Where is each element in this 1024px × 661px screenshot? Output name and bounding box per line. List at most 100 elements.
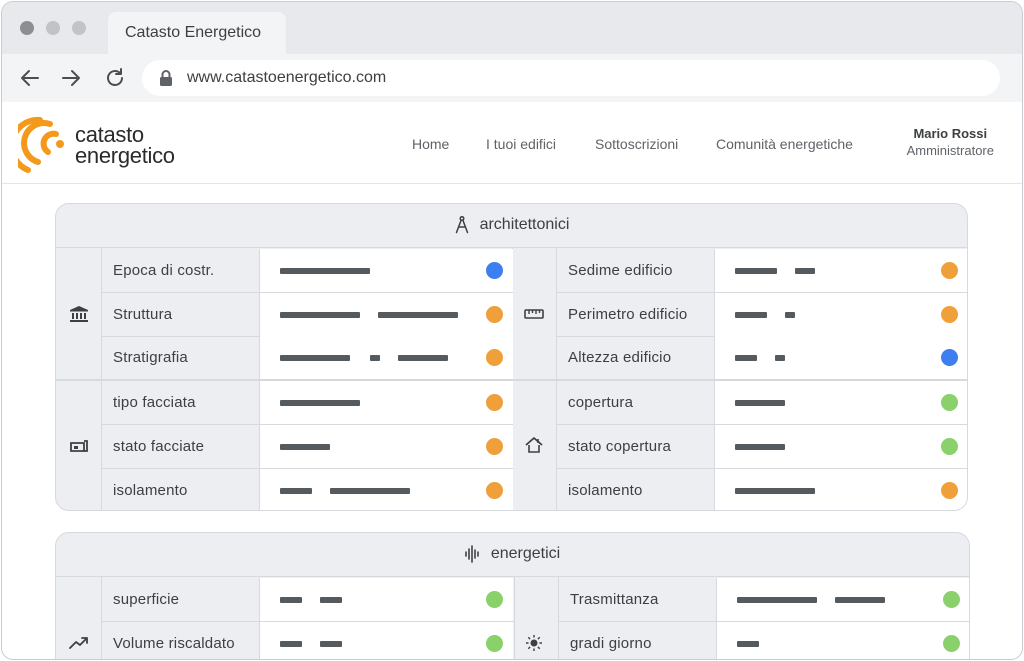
- redacted-value: [735, 488, 815, 494]
- field-label: stato facciate: [113, 438, 205, 455]
- field-row[interactable]: Sedime edificio: [557, 249, 967, 292]
- field-label: stato copertura: [568, 438, 672, 455]
- redacted-value: [398, 355, 448, 361]
- redacted-value: [280, 268, 370, 274]
- group-icon: [524, 437, 544, 453]
- institution-icon: [70, 306, 88, 322]
- status-indicator: [943, 635, 960, 652]
- field-value: [714, 469, 967, 510]
- minimize-window-button[interactable]: [46, 21, 60, 35]
- brand-line-2: energetico: [75, 143, 175, 168]
- redacted-value: [785, 312, 795, 318]
- redacted-value: [370, 355, 380, 361]
- status-indicator: [486, 262, 503, 279]
- roof-icon: [525, 437, 543, 453]
- field-label: Stratigrafia: [113, 349, 188, 366]
- field-row[interactable]: isolamento: [102, 469, 513, 510]
- nav-sottoscrizioni[interactable]: Sottoscrizioni: [595, 136, 678, 152]
- redacted-value: [280, 444, 330, 450]
- status-indicator: [486, 394, 503, 411]
- redacted-value: [330, 488, 410, 494]
- field-row[interactable]: Volume riscaldato: [102, 622, 514, 659]
- group-icon: [524, 635, 544, 651]
- redacted-value: [735, 268, 777, 274]
- field-label: Volume riscaldato: [113, 635, 235, 652]
- nav-comunita-energetiche[interactable]: Comunità energetiche: [716, 136, 853, 152]
- field-row[interactable]: Altezza edificio: [557, 336, 967, 379]
- nav-home[interactable]: Home: [412, 136, 449, 152]
- status-indicator: [486, 591, 503, 608]
- field-row[interactable]: tipo facciata: [102, 381, 513, 424]
- field-value: [259, 381, 513, 424]
- brand-name: catasto energetico: [75, 122, 175, 168]
- redacted-value: [320, 597, 342, 603]
- ruler-icon: [524, 309, 544, 319]
- field-value: [259, 469, 513, 510]
- field-row[interactable]: stato copertura: [557, 425, 967, 468]
- field-label: Trasmittanza: [570, 591, 659, 608]
- field-value: [714, 425, 967, 468]
- field-value: [714, 336, 967, 379]
- status-indicator: [486, 306, 503, 323]
- field-label: Perimetro edificio: [568, 306, 688, 323]
- status-indicator: [941, 438, 958, 455]
- field-row[interactable]: superficie: [102, 578, 514, 621]
- redacted-value: [280, 400, 360, 406]
- close-window-button[interactable]: [20, 21, 34, 35]
- redacted-value: [735, 312, 767, 318]
- user-name: Mario Rossi: [913, 126, 988, 141]
- status-indicator: [486, 482, 503, 499]
- redacted-value: [280, 488, 312, 494]
- redacted-value: [735, 444, 785, 450]
- field-row[interactable]: Struttura: [102, 293, 513, 336]
- status-indicator: [941, 349, 958, 366]
- redacted-value: [280, 312, 360, 318]
- status-indicator: [943, 591, 960, 608]
- field-label: Epoca di costr.: [113, 262, 215, 279]
- field-row[interactable]: Epoca di costr.: [102, 249, 513, 292]
- back-button[interactable]: [18, 66, 42, 90]
- field-value: [714, 249, 967, 292]
- section-title: architettonici: [479, 216, 570, 233]
- nav-i-tuoi-edifici[interactable]: I tuoi edifici: [486, 136, 556, 152]
- field-row[interactable]: stato facciate: [102, 425, 513, 468]
- section-header: energetici: [56, 533, 969, 577]
- redacted-value: [795, 268, 815, 274]
- lock-icon: [160, 70, 172, 86]
- field-row[interactable]: Trasmittanza: [559, 578, 969, 621]
- field-label: gradi giorno: [570, 635, 652, 652]
- field-row[interactable]: isolamento: [557, 469, 967, 510]
- section-title: energetici: [490, 545, 561, 562]
- field-value: [716, 578, 969, 621]
- field-row[interactable]: copertura: [557, 381, 967, 424]
- compass-icon: [455, 216, 468, 234]
- status-indicator: [486, 438, 503, 455]
- waveform-icon: [465, 545, 479, 563]
- url-text: www.catastoenergetico.com: [187, 69, 387, 86]
- divider: [514, 577, 515, 659]
- redacted-value: [280, 597, 302, 603]
- redacted-value: [775, 355, 785, 361]
- redacted-value: [280, 641, 302, 647]
- facade-icon: [70, 440, 88, 452]
- status-indicator: [486, 349, 503, 366]
- section-architettonici: architettonici Epoca di costr. Struttura…: [55, 203, 968, 511]
- browser-window: Catasto Energetico www.catastoenergetico…: [1, 1, 1023, 660]
- field-row[interactable]: Perimetro edificio: [557, 293, 967, 336]
- field-row[interactable]: Stratigrafia: [102, 336, 513, 379]
- catasto-energetico-logo[interactable]: [18, 114, 70, 176]
- field-label: Struttura: [113, 306, 173, 323]
- field-value: [259, 425, 513, 468]
- arrow-right-icon: [62, 70, 80, 86]
- reload-button[interactable]: [103, 66, 127, 90]
- address-bar[interactable]: www.catastoenergetico.com: [142, 60, 1000, 96]
- field-value: [714, 293, 967, 336]
- forward-button[interactable]: [59, 66, 83, 90]
- field-label: Altezza edificio: [568, 349, 672, 366]
- browser-tab[interactable]: Catasto Energetico: [108, 12, 286, 54]
- user-menu[interactable]: Mario Rossi Amministratore: [907, 126, 994, 158]
- field-row[interactable]: gradi giorno: [559, 622, 969, 659]
- brand-line-1: catasto: [75, 122, 144, 147]
- user-role: Amministratore: [906, 143, 994, 158]
- maximize-window-button[interactable]: [72, 21, 86, 35]
